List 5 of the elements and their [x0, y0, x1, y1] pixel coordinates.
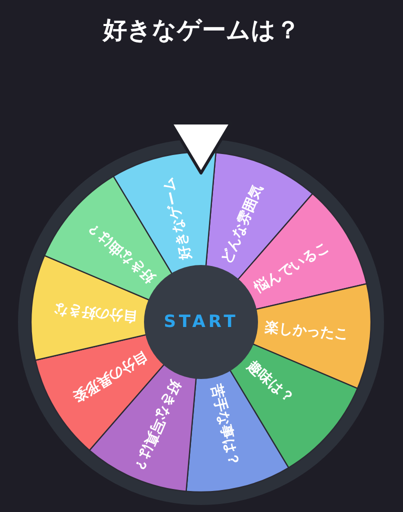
segment-label: 好きなゲーム — [160, 176, 194, 262]
segment-label: 楽しかったこ — [264, 320, 350, 343]
page-title: 好きなゲームは？ — [101, 15, 301, 46]
segment-label: 苦手な事は？ — [208, 382, 242, 468]
segment-label: 自分の好きな — [52, 301, 138, 324]
